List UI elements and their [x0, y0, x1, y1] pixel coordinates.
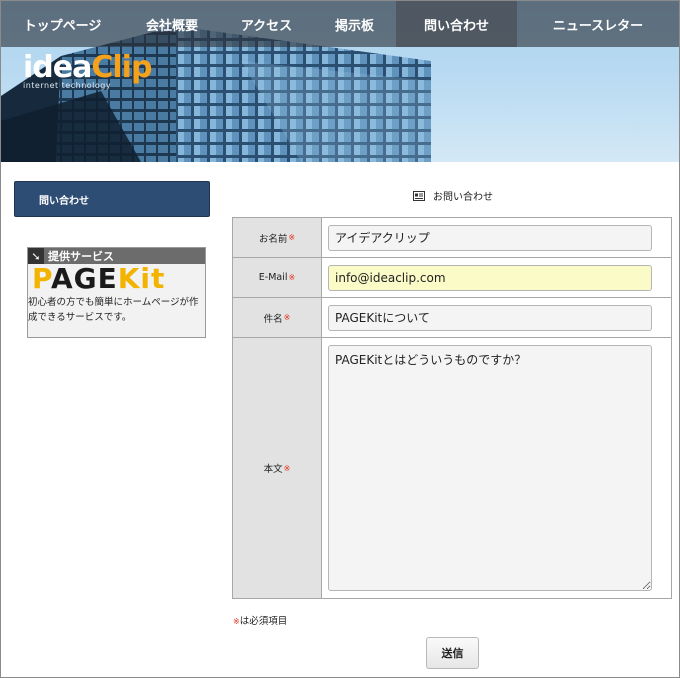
pagekit-logo-age: AGE — [50, 262, 118, 295]
name-field[interactable] — [328, 224, 652, 251]
email-label: E-Mail ※ — [233, 258, 322, 297]
required-mark: ※ — [283, 463, 291, 473]
pagekit-banner[interactable]: ➘ 提供サービス PAGEKit 初心者の方でも簡単にホームページが作成できるサ… — [27, 247, 206, 338]
subject-field[interactable] — [328, 304, 652, 331]
pagekit-logo: PAGEKit — [28, 264, 205, 294]
nav-item-company[interactable]: 会社概要 — [124, 1, 220, 47]
nav-item-access[interactable]: アクセス — [220, 1, 313, 47]
subject-label-text: 件名 — [263, 313, 283, 325]
required-mark: ※ — [288, 273, 296, 282]
email-field[interactable] — [328, 264, 652, 291]
body-label-text: 本文 — [263, 464, 283, 475]
banner-description: 初心者の方でも簡単にホームページが作成できるサービスです。 — [28, 297, 199, 323]
logo-text-idea: idea — [23, 50, 92, 85]
required-note-text: は必須項目 — [239, 616, 288, 627]
required-note: ※は必須項目 — [232, 613, 287, 627]
form-row-body: 本文 ※ PAGEKitとはどういうものですか？ — [233, 338, 671, 598]
nav-item-board[interactable]: 掲示板 — [313, 1, 396, 47]
name-label: お名前 ※ — [233, 218, 322, 257]
pagekit-logo-p: P — [32, 262, 51, 295]
pagekit-logo-kit: Kit — [117, 262, 166, 295]
logo-text-clip: Clip — [91, 50, 152, 85]
form-row-name: お名前 ※ — [233, 218, 671, 258]
email-label-text: E-Mail — [258, 272, 288, 283]
sidebar-contact-button[interactable]: 問い合わせ — [14, 181, 210, 217]
required-mark: ※ — [283, 313, 291, 322]
required-mark: ※ — [233, 617, 240, 626]
body-label: 本文 ※ — [233, 338, 322, 598]
contact-form: お名前※ E-Mail※ 件名※ 本文※ PAGEKitとはどういうものですか？ — [232, 217, 672, 599]
page-title: お問い合わせ — [413, 188, 493, 203]
header-banner: トップページ 会社概要 アクセス 掲示板 問い合わせ ニュースレター ideaC… — [1, 1, 679, 162]
name-label-text: お名前 — [258, 233, 288, 245]
main-nav: トップページ 会社概要 アクセス 掲示板 問い合わせ ニュースレター — [1, 1, 679, 47]
nav-item-contact[interactable]: 問い合わせ — [396, 1, 517, 47]
site-logo[interactable]: ideaClip internet technology — [23, 50, 152, 91]
nav-item-newsletter[interactable]: ニュースレター — [517, 1, 679, 47]
nav-item-top[interactable]: トップページ — [1, 1, 124, 47]
required-mark: ※ — [288, 233, 296, 242]
submit-button[interactable]: 送信 — [426, 637, 479, 669]
page-title-text: お問い合わせ — [433, 192, 493, 203]
form-row-email: E-Mail ※ — [233, 258, 671, 298]
subject-label: 件名 ※ — [233, 298, 322, 337]
body-textarea[interactable]: PAGEKitとはどういうものですか？ — [328, 345, 652, 591]
form-icon — [413, 190, 425, 201]
form-row-subject: 件名 ※ — [233, 298, 671, 338]
